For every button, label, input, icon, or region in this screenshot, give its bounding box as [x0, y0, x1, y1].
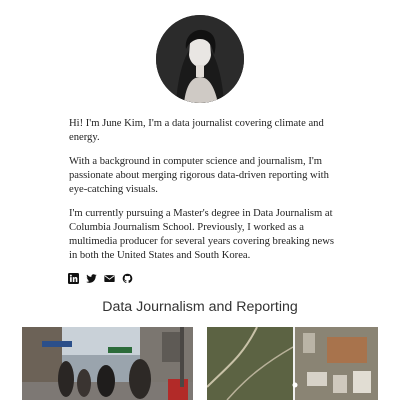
github-icon [122, 273, 133, 283]
street-scene-image [22, 327, 193, 400]
bio-current: I'm currently pursuing a Master's degree… [69, 208, 335, 261]
bio-background: With a background in computer science an… [69, 156, 329, 195]
linkedin-link[interactable] [68, 273, 79, 284]
satellite-map-image [207, 327, 378, 400]
bio-intro: Hi! I'm June Kim, I'm a data journalist … [69, 118, 324, 143]
portrait-image [156, 15, 244, 103]
project-card-satellite[interactable] [207, 327, 378, 400]
email-icon [104, 275, 115, 282]
twitter-icon [86, 274, 97, 283]
section-title: Data Journalism and Reporting [102, 299, 298, 315]
project-grid [22, 327, 378, 400]
project-card-street[interactable] [22, 327, 193, 400]
linkedin-icon [68, 273, 79, 284]
twitter-link[interactable] [86, 273, 97, 284]
github-link[interactable] [122, 273, 133, 284]
bio-section: Hi! I'm June Kim, I'm a data journalist … [69, 117, 339, 273]
social-links [68, 273, 133, 284]
profile-avatar [156, 15, 244, 103]
email-link[interactable] [104, 273, 115, 284]
